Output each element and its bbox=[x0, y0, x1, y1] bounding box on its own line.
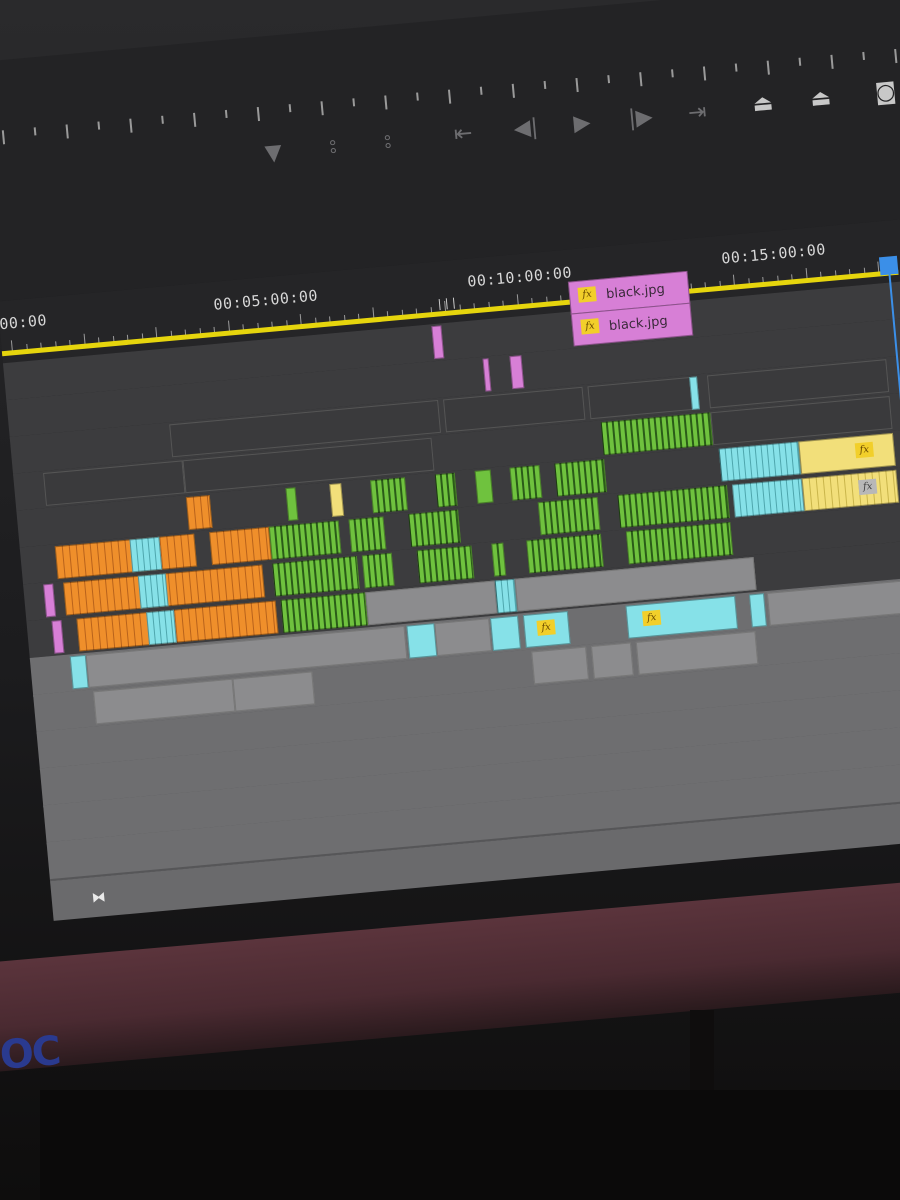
fx-badge[interactable]: fx bbox=[858, 478, 878, 496]
fx-badge[interactable]: fx bbox=[580, 318, 600, 335]
fx-badge[interactable]: fx bbox=[642, 609, 662, 627]
zoom-handle-icon[interactable]: ⧓ bbox=[91, 889, 106, 906]
clip-cyan-fx[interactable]: fx bbox=[522, 611, 571, 649]
clip-cyan[interactable] bbox=[406, 623, 438, 659]
desk-shadow bbox=[40, 1090, 900, 1200]
clip-cyan[interactable] bbox=[146, 609, 177, 646]
track-area[interactable]: fx black.jpg fx black.jpg fx fx fx fx bbox=[2, 270, 900, 882]
play-icon[interactable]: ▶ bbox=[572, 110, 591, 136]
clip-cyan[interactable] bbox=[129, 536, 163, 573]
clip-green[interactable] bbox=[509, 465, 543, 501]
monitor-screen: ▼ ⦂ ⦂ ⇤ ◀| ▶ |▶ ⇥ ⏏ ⏏ ◙ 00:00 00:05:00:0… bbox=[0, 0, 900, 1039]
fx-badge[interactable]: fx bbox=[577, 286, 597, 303]
clip-audio[interactable] bbox=[590, 642, 634, 679]
clip-green[interactable] bbox=[268, 520, 342, 560]
clip-green[interactable] bbox=[474, 469, 494, 504]
lift-icon[interactable]: ⏏ bbox=[751, 90, 774, 117]
go-to-out-icon[interactable]: ⇥ bbox=[687, 99, 708, 126]
clip-cyan[interactable] bbox=[748, 593, 767, 628]
ruler-label-10min: 00:10:00:00 bbox=[466, 263, 573, 291]
monitor-brand-logo: OC bbox=[0, 1027, 62, 1079]
clip-name: black.jpg bbox=[608, 313, 669, 335]
fx-badge[interactable]: fx bbox=[536, 619, 556, 636]
clip-green[interactable] bbox=[554, 459, 608, 497]
step-forward-icon[interactable]: |▶ bbox=[627, 104, 654, 131]
fx-badge[interactable]: fx bbox=[854, 441, 874, 459]
clip-green[interactable] bbox=[348, 516, 387, 553]
photo-background: ▼ ⦂ ⦂ ⇤ ◀| ▶ |▶ ⇥ ⏏ ⏏ ◙ 00:00 00:05:00:0… bbox=[0, 0, 900, 1200]
clip-green[interactable] bbox=[361, 552, 395, 589]
ruler-label-0: 00:00 bbox=[0, 311, 48, 334]
clip-audio[interactable] bbox=[531, 646, 590, 685]
mark-out-icon[interactable]: ⦂ bbox=[383, 128, 392, 153]
clip-green[interactable] bbox=[537, 496, 601, 536]
playhead[interactable] bbox=[878, 255, 899, 276]
clip-cyan[interactable] bbox=[490, 615, 521, 651]
ruler-label-5min: 00:05:00:00 bbox=[212, 286, 319, 314]
timeline-panel: 00:00 00:05:00:00 00:10:00:00 00:15:00:0… bbox=[0, 210, 900, 921]
clip-name: black.jpg bbox=[605, 281, 666, 303]
clip-green[interactable] bbox=[416, 545, 475, 584]
add-marker-icon[interactable]: ▼ bbox=[264, 140, 283, 166]
extract-icon[interactable]: ⏏ bbox=[809, 85, 832, 112]
timeline-center-marker: ||| bbox=[435, 295, 459, 311]
clip-green[interactable] bbox=[526, 533, 604, 574]
ruler-label-15min: 00:15:00:00 bbox=[720, 240, 827, 268]
mark-in-icon[interactable]: ⦂ bbox=[328, 133, 337, 158]
camera-icon[interactable]: ◙ bbox=[874, 79, 898, 106]
clip-green[interactable] bbox=[434, 472, 458, 508]
clip-orange[interactable] bbox=[185, 495, 213, 531]
clip-green[interactable] bbox=[408, 509, 462, 547]
clip-cyan[interactable] bbox=[137, 573, 169, 609]
clip-audio[interactable] bbox=[434, 618, 493, 657]
clip-cyan[interactable] bbox=[731, 478, 805, 518]
step-back-icon[interactable]: ◀| bbox=[513, 115, 540, 142]
clip-orange[interactable] bbox=[209, 526, 272, 566]
clip-green[interactable] bbox=[370, 477, 408, 514]
go-to-in-icon[interactable]: ⇤ bbox=[453, 121, 474, 148]
